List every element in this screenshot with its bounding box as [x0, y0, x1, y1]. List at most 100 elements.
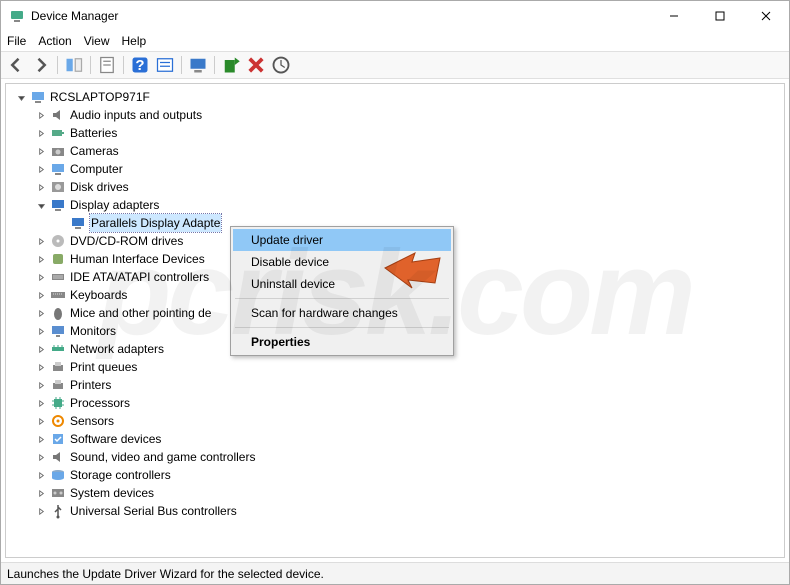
tree-item-label: IDE ATA/ATAPI controllers: [70, 268, 209, 286]
computer-icon: [30, 89, 46, 105]
close-button[interactable]: [743, 1, 789, 31]
tree-item[interactable]: Sensors: [14, 412, 784, 430]
help-button[interactable]: ?: [129, 54, 151, 76]
show-hide-console-button[interactable]: [63, 54, 85, 76]
tree-item-label: Sound, video and game controllers: [70, 448, 255, 466]
tree-twisty-icon[interactable]: [34, 270, 48, 284]
tree-item[interactable]: Display adapters: [14, 196, 784, 214]
tree-twisty-icon[interactable]: [34, 396, 48, 410]
toolbar-separator: [214, 56, 215, 74]
tree-item[interactable]: Audio inputs and outputs: [14, 106, 784, 124]
tree-twisty-icon[interactable]: [34, 108, 48, 122]
tree-item[interactable]: Print queues: [14, 358, 784, 376]
keyboard-icon: [50, 287, 66, 303]
optical-icon: [50, 233, 66, 249]
window-controls: [651, 1, 789, 31]
software-icon: [50, 431, 66, 447]
tree-item[interactable]: Sound, video and game controllers: [14, 448, 784, 466]
tree-root-label: RCSLAPTOP971F: [50, 88, 150, 106]
tree-item[interactable]: Processors: [14, 394, 784, 412]
network-icon: [50, 341, 66, 357]
uninstall-button[interactable]: [245, 54, 267, 76]
tree-twisty-icon[interactable]: [34, 378, 48, 392]
tree-twisty-icon[interactable]: [34, 342, 48, 356]
tree-item[interactable]: Cameras: [14, 142, 784, 160]
tree-item-label: Disk drives: [70, 178, 129, 196]
tree-item-label: Software devices: [70, 430, 161, 448]
tree-twisty-icon[interactable]: [34, 288, 48, 302]
mouse-icon: [50, 305, 66, 321]
tree-twisty-icon[interactable]: [34, 432, 48, 446]
tree-twisty-icon[interactable]: [34, 198, 48, 212]
context-menu: Update driver Disable device Uninstall d…: [230, 226, 454, 356]
ctx-properties[interactable]: Properties: [233, 331, 451, 353]
tree-twisty-icon[interactable]: [34, 324, 48, 338]
ctx-uninstall-device[interactable]: Uninstall device: [233, 273, 451, 295]
toolbar-separator: [123, 56, 124, 74]
menu-view[interactable]: View: [84, 34, 110, 48]
tree-item-label: Print queues: [70, 358, 137, 376]
system-icon: [50, 485, 66, 501]
status-bar: Launches the Update Driver Wizard for th…: [1, 562, 789, 584]
tree-item[interactable]: Disk drives: [14, 178, 784, 196]
tree-twisty-icon[interactable]: [34, 162, 48, 176]
tree-twisty-icon[interactable]: [34, 126, 48, 140]
display-icon: [70, 215, 86, 231]
ctx-separator: [235, 327, 449, 328]
maximize-button[interactable]: [697, 1, 743, 31]
menu-help[interactable]: Help: [122, 34, 147, 48]
scan-hardware-button[interactable]: [270, 54, 292, 76]
tree-twisty-icon[interactable]: [34, 450, 48, 464]
toolbar: ?: [1, 51, 789, 79]
ctx-update-driver[interactable]: Update driver: [233, 229, 451, 251]
tree-item-label: Batteries: [70, 124, 117, 142]
scan-monitor-button[interactable]: [187, 54, 209, 76]
tree-root[interactable]: RCSLAPTOP971F: [14, 88, 784, 106]
tree-twisty-icon[interactable]: [34, 486, 48, 500]
menu-action[interactable]: Action: [38, 34, 71, 48]
tree-twisty-icon[interactable]: [34, 306, 48, 320]
properties-button[interactable]: [96, 54, 118, 76]
tree-item[interactable]: Computer: [14, 160, 784, 178]
tree-twisty-icon[interactable]: [34, 468, 48, 482]
menu-bar: File Action View Help: [1, 31, 789, 51]
tree-item-label: Display adapters: [70, 196, 159, 214]
tree-twisty-icon[interactable]: [34, 414, 48, 428]
tree-twisty-icon[interactable]: [34, 360, 48, 374]
speaker-icon: [50, 449, 66, 465]
tree-item-label: Processors: [70, 394, 130, 412]
battery-icon: [50, 125, 66, 141]
ctx-disable-device[interactable]: Disable device: [233, 251, 451, 273]
tree-item[interactable]: Software devices: [14, 430, 784, 448]
tree-item-label: Printers: [70, 376, 111, 394]
forward-button[interactable]: [30, 54, 52, 76]
sensor-icon: [50, 413, 66, 429]
ctx-scan-hardware[interactable]: Scan for hardware changes: [233, 302, 451, 324]
tree-twisty-icon[interactable]: [34, 144, 48, 158]
svg-text:?: ?: [135, 57, 144, 74]
tree-item[interactable]: Printers: [14, 376, 784, 394]
tree-twisty-icon[interactable]: [34, 504, 48, 518]
tree-item[interactable]: Batteries: [14, 124, 784, 142]
tree-twisty-icon[interactable]: [34, 180, 48, 194]
action-button[interactable]: [154, 54, 176, 76]
update-driver-button[interactable]: [220, 54, 242, 76]
tree-item-label: Human Interface Devices: [70, 250, 205, 268]
display-icon: [50, 197, 66, 213]
tree-twisty-icon[interactable]: [34, 252, 48, 266]
tree-item[interactable]: System devices: [14, 484, 784, 502]
tree-item-label: Storage controllers: [70, 466, 171, 484]
tree-twisty-icon[interactable]: [34, 234, 48, 248]
tree-item-label: Network adapters: [70, 340, 164, 358]
toolbar-separator: [90, 56, 91, 74]
tree-item-label: Keyboards: [70, 286, 127, 304]
tree-item[interactable]: Universal Serial Bus controllers: [14, 502, 784, 520]
window-title: Device Manager: [31, 9, 651, 23]
usb-icon: [50, 503, 66, 519]
tree-item[interactable]: Storage controllers: [14, 466, 784, 484]
tree-twisty-icon[interactable]: [14, 90, 28, 104]
menu-file[interactable]: File: [7, 34, 26, 48]
back-button[interactable]: [5, 54, 27, 76]
minimize-button[interactable]: [651, 1, 697, 31]
toolbar-separator: [181, 56, 182, 74]
